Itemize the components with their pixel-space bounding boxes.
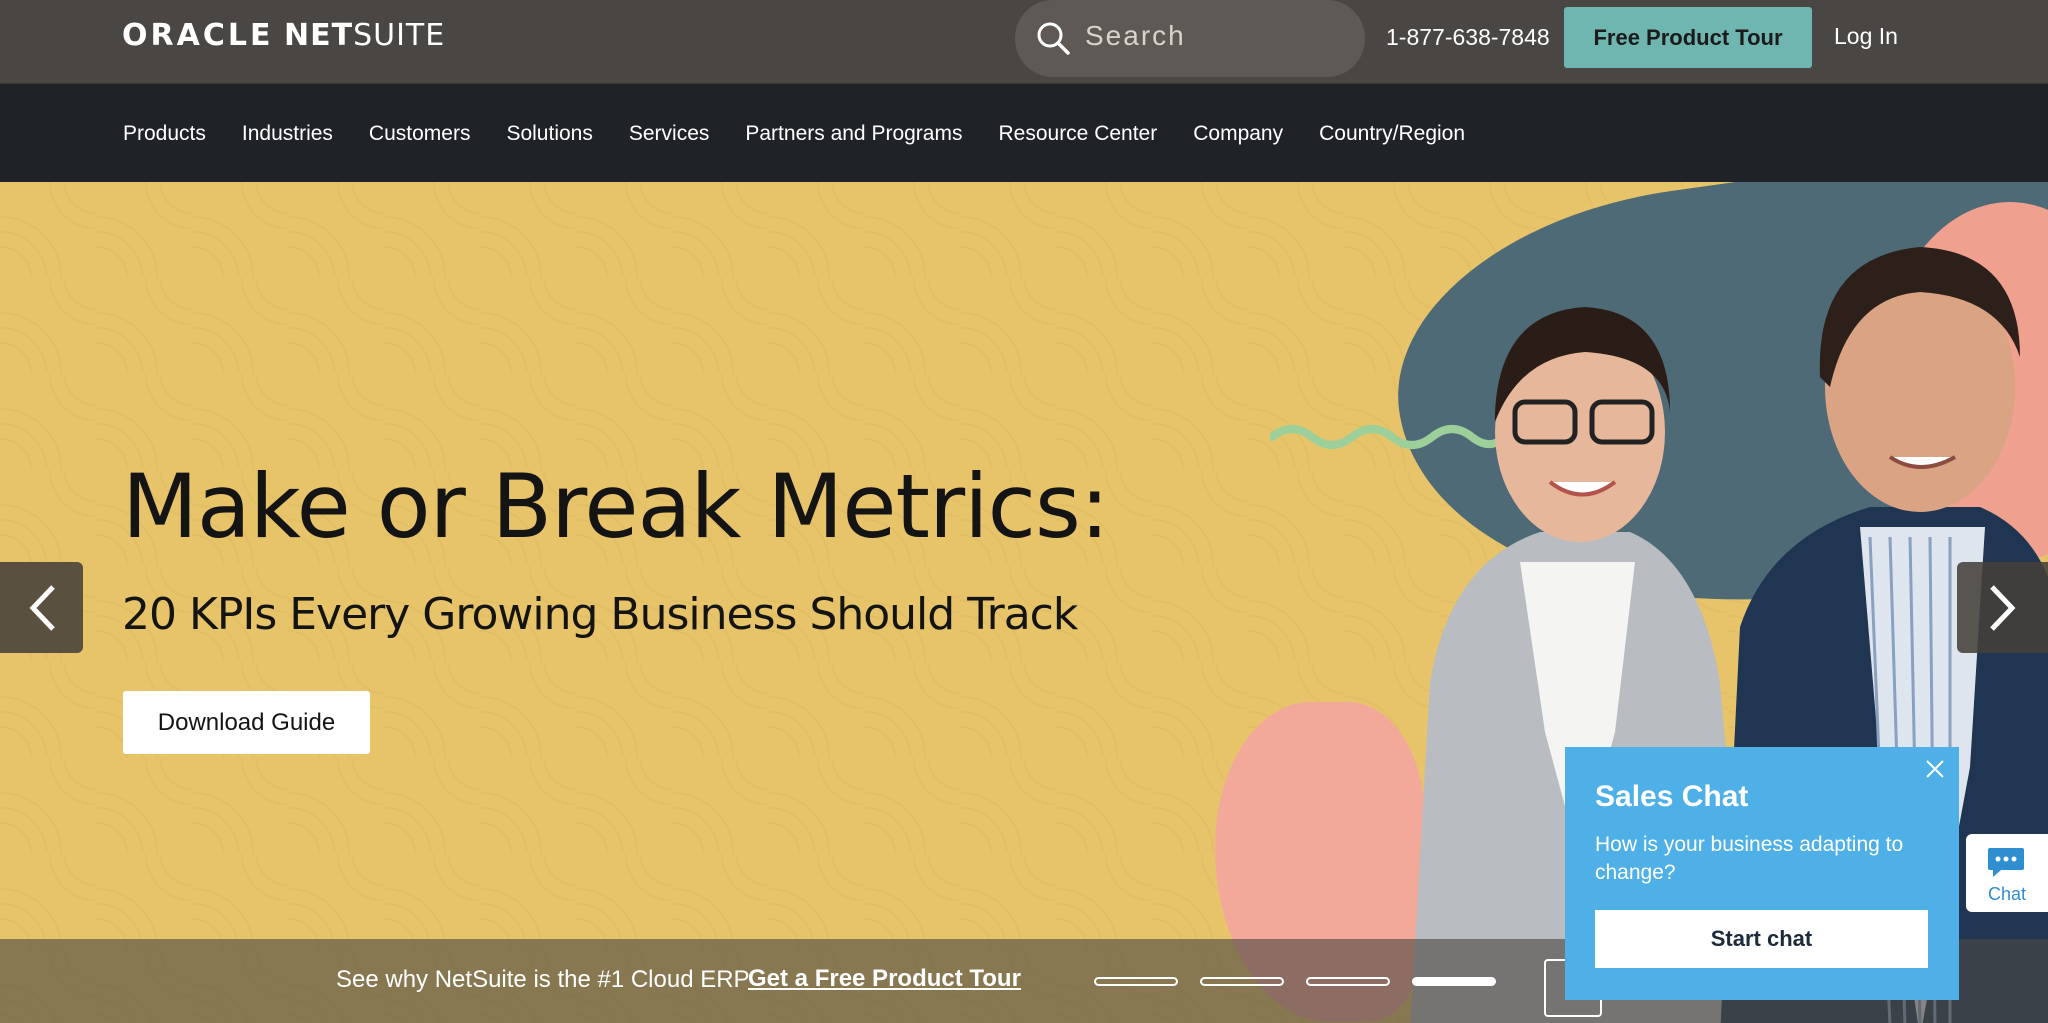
sales-chat-title: Sales Chat	[1595, 780, 1749, 813]
nav-item-country-region[interactable]: Country/Region	[1319, 122, 1465, 146]
hero-subheadline: 20 KPIs Every Growing Business Should Tr…	[122, 589, 1078, 640]
logo-net-text: NET	[284, 18, 354, 53]
free-product-tour-button[interactable]: Free Product Tour	[1564, 7, 1812, 68]
carousel-next-button[interactable]	[1957, 562, 2048, 653]
carousel-dot-2[interactable]	[1200, 977, 1284, 986]
logo-suite-text: SUITE	[353, 18, 446, 53]
sales-chat-popup: Sales Chat How is your business adapting…	[1565, 747, 1959, 1000]
oracle-netsuite-logo[interactable]: ORACLE NETSUITE	[122, 18, 445, 53]
carousel-dot-3[interactable]	[1306, 977, 1390, 986]
nav-item-services[interactable]: Services	[629, 122, 710, 146]
hero-headline: Make or Break Metrics:	[122, 455, 1109, 558]
nav-item-solutions[interactable]: Solutions	[506, 122, 592, 146]
phone-number[interactable]: 1-877-638-7848	[1386, 24, 1550, 51]
free-product-tour-link[interactable]: Get a Free Product Tour	[748, 965, 1021, 993]
chat-bubble-icon	[1988, 848, 2024, 877]
close-icon[interactable]	[1925, 759, 1945, 779]
chevron-right-icon	[1989, 584, 2015, 631]
sales-chat-message: How is your business adapting to change?	[1595, 833, 1904, 884]
carousel-dot-1[interactable]	[1094, 977, 1178, 986]
nav-item-resource-center[interactable]: Resource Center	[998, 122, 1157, 146]
search-input[interactable]: Search	[1085, 20, 1186, 52]
start-chat-button[interactable]: Start chat	[1595, 910, 1928, 968]
download-guide-button[interactable]: Download Guide	[123, 691, 370, 754]
nav-item-customers[interactable]: Customers	[369, 122, 471, 146]
search-icon	[1037, 22, 1070, 55]
carousel-dot-4[interactable]	[1412, 977, 1496, 986]
nav-item-company[interactable]: Company	[1193, 122, 1283, 146]
promo-tagline: See why NetSuite is the #1 Cloud ERP	[336, 966, 750, 993]
top-bar: ORACLE NETSUITE Search 1-877-638-7848 Fr…	[0, 0, 2048, 84]
search-box[interactable]: Search	[1015, 0, 1365, 77]
nav-item-industries[interactable]: Industries	[242, 122, 333, 146]
chat-tab-label: Chat	[1987, 884, 2027, 904]
chevron-left-icon	[29, 584, 55, 631]
nav-item-partners[interactable]: Partners and Programs	[745, 122, 962, 146]
carousel-indicators	[1094, 977, 1518, 986]
main-nav: Products Industries Customers Solutions …	[0, 84, 2048, 182]
nav-item-products[interactable]: Products	[123, 122, 206, 146]
login-link[interactable]: Log In	[1834, 23, 1898, 50]
chat-tab[interactable]: Chat	[1966, 834, 2048, 912]
carousel-prev-button[interactable]	[0, 562, 83, 653]
logo-oracle-text: ORACLE	[122, 18, 274, 53]
